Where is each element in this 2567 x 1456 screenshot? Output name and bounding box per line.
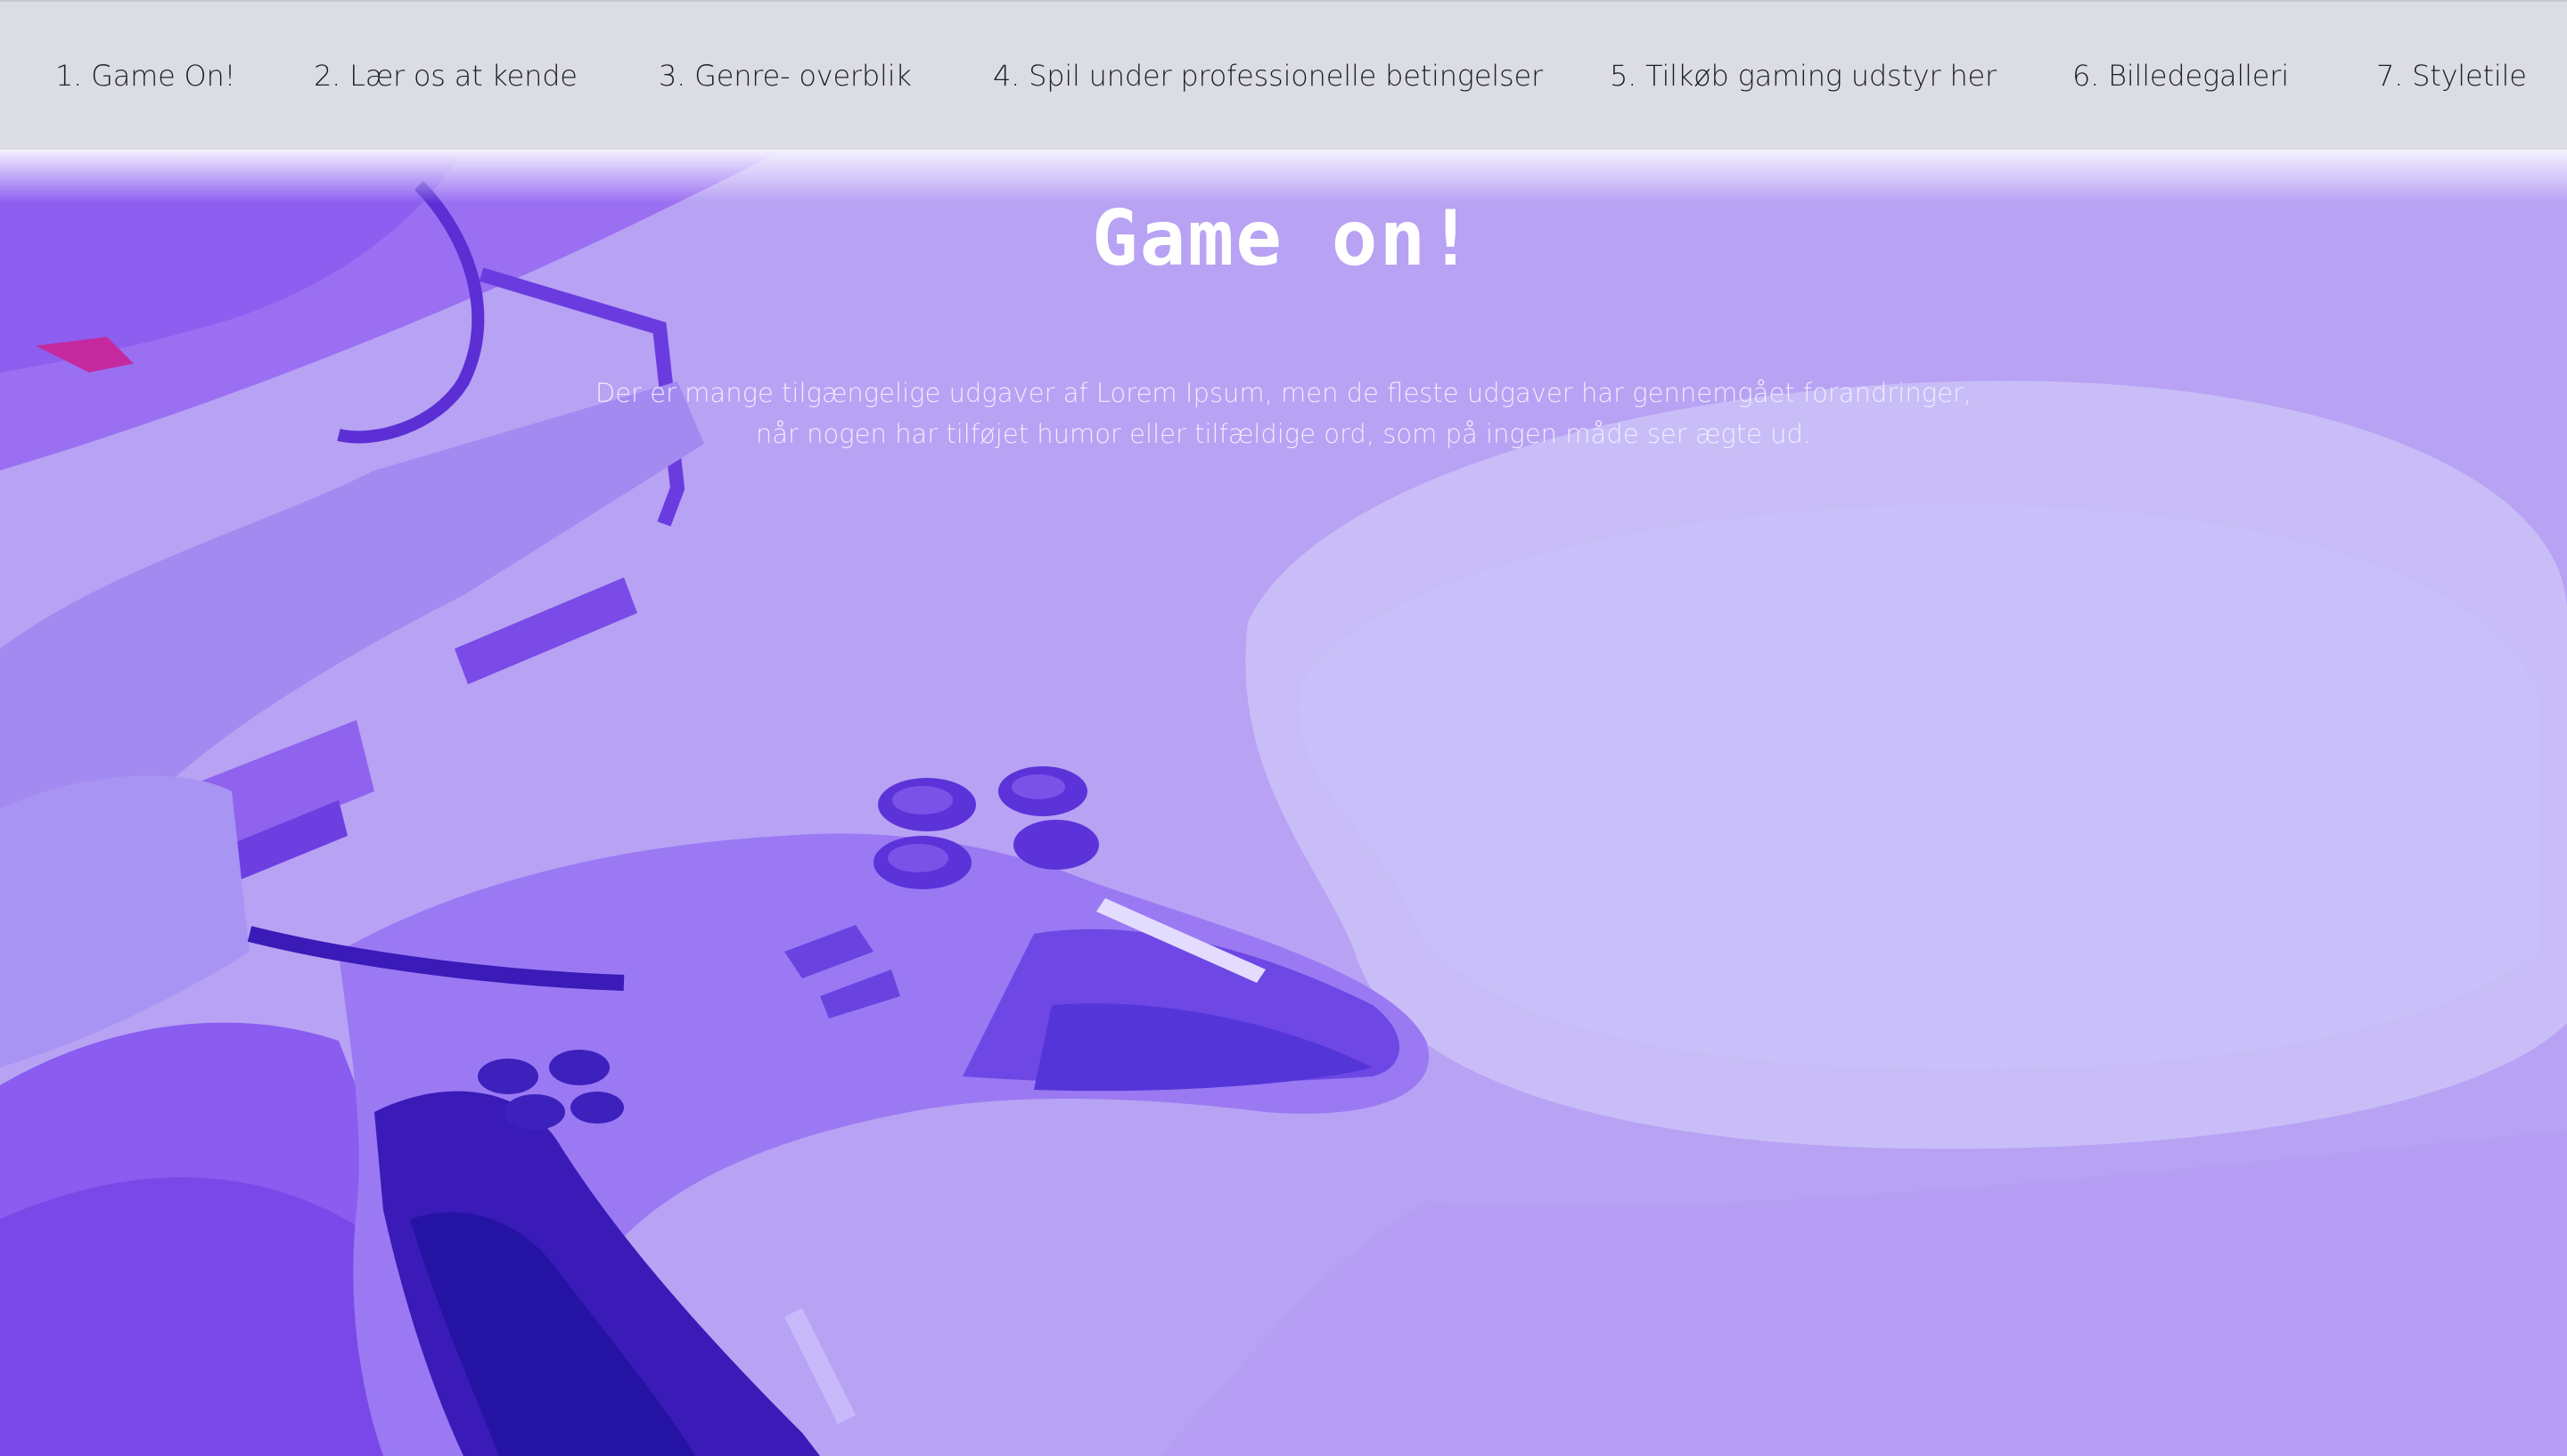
hero-description-line-2: når nogen har tilføjet humor eller tilfæ… [755,419,1812,449]
hero-description: Der er mange tilgængelige udgaver af Lor… [570,372,1997,454]
nav-item-about-us[interactable]: 2. Lær os at kende [314,59,578,93]
nav-item-gaming-gear[interactable]: 5. Tilkøb gaming udstyr her [1610,59,1997,93]
nav-item-genre-overview[interactable]: 3. Genre- overblik [659,59,912,93]
hero-description-line-1: Der er mange tilgængelige udgaver af Lor… [595,378,1972,408]
top-navigation: 1. Game On! 2. Lær os at kende 3. Genre-… [0,0,2567,150]
game-controller-illustration [0,150,2567,1456]
nav-item-gallery[interactable]: 6. Billedegalleri [2072,59,2289,93]
nav-item-game-on[interactable]: 1. Game On! [55,59,235,93]
nav-item-styletile[interactable]: 7. Styletile [2376,59,2527,93]
hero-section [0,150,2567,1456]
nav-item-professional-conditions[interactable]: 4. Spil under professionelle betingelser [993,59,1543,93]
hero-title: Game on! [1091,194,1476,283]
